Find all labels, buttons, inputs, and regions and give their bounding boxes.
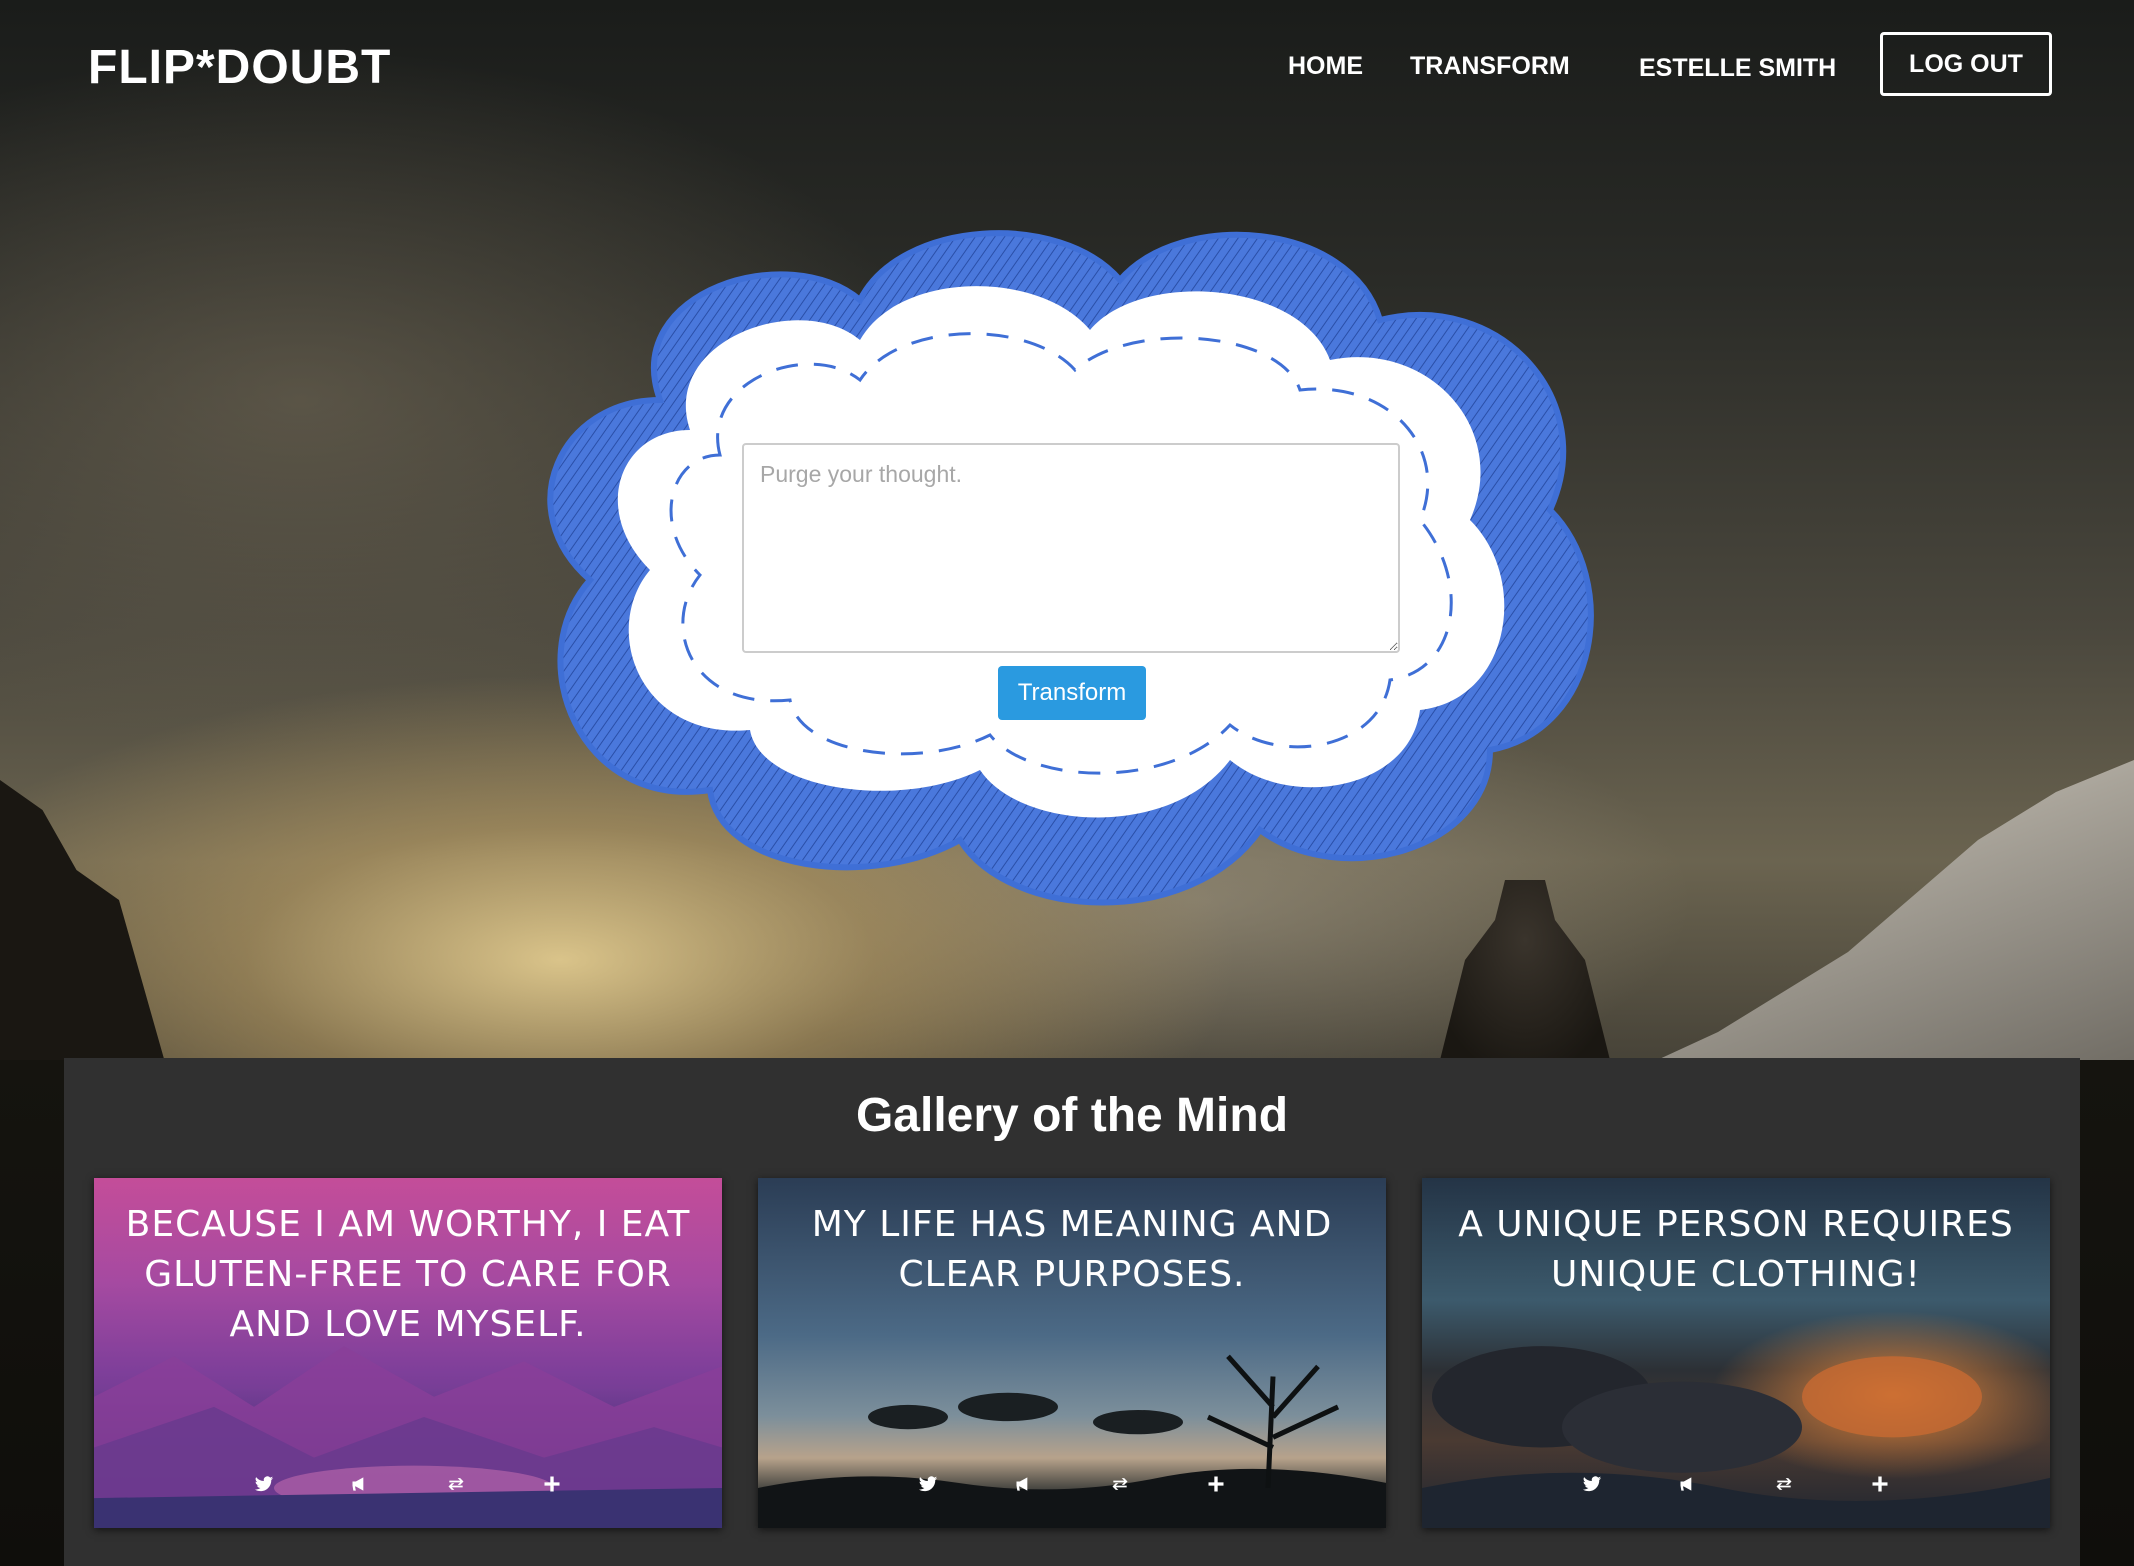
card-actions [1422, 1472, 2050, 1496]
mountain-right [1614, 760, 2134, 1080]
gallery-section: Gallery of the Mind Because I am worthy,… [64, 1058, 2080, 1566]
retweet-icon[interactable] [1772, 1472, 1796, 1496]
nav-home-link[interactable]: HOME [1288, 52, 1363, 81]
card-landscape [758, 1354, 1386, 1528]
twitter-icon[interactable] [916, 1472, 940, 1496]
gallery-card[interactable]: A unique person requires unique clothing… [1422, 1178, 2050, 1528]
affirmation-text: A unique person requires unique clothing… [1458, 1204, 2014, 1295]
retweet-icon[interactable] [444, 1472, 468, 1496]
plus-icon[interactable] [540, 1472, 564, 1496]
plus-icon[interactable] [1868, 1472, 1892, 1496]
card-landscape [1422, 1345, 2050, 1528]
card-actions [758, 1472, 1386, 1496]
bullhorn-icon[interactable] [1012, 1472, 1036, 1496]
gallery-title: Gallery of the Mind [855, 1089, 1289, 1142]
retweet-icon[interactable] [1108, 1472, 1132, 1496]
nav-transform-link[interactable]: TRANSFORM [1410, 52, 1570, 81]
thought-textarea[interactable] [742, 443, 1400, 653]
nav-user-link[interactable]: ESTELLE SMITH [1639, 54, 1836, 83]
gallery-card[interactable]: Because I am worthy, I eat gluten-free t… [94, 1178, 722, 1528]
card-actions [94, 1472, 722, 1496]
gallery-card[interactable]: My life has meaning and clear purposes. [758, 1178, 1386, 1528]
card-landscape [94, 1345, 722, 1528]
logout-button[interactable]: LOG OUT [1880, 32, 2052, 96]
twitter-icon[interactable] [1580, 1472, 1604, 1496]
transform-button[interactable]: Transform [998, 666, 1146, 720]
brand-logo[interactable]: FLIP*DOUBT [88, 40, 391, 95]
plus-icon[interactable] [1204, 1472, 1228, 1496]
twitter-icon[interactable] [252, 1472, 276, 1496]
bullhorn-icon[interactable] [1676, 1472, 1700, 1496]
top-navbar: FLIP*DOUBT HOME TRANSFORM ESTELLE SMITH … [0, 0, 2134, 130]
affirmation-text: My life has meaning and clear purposes. [811, 1204, 1333, 1295]
affirmation-text: Because I am worthy, I eat gluten-free t… [125, 1204, 691, 1345]
mountain-left [0, 780, 170, 1080]
bullhorn-icon[interactable] [348, 1472, 372, 1496]
